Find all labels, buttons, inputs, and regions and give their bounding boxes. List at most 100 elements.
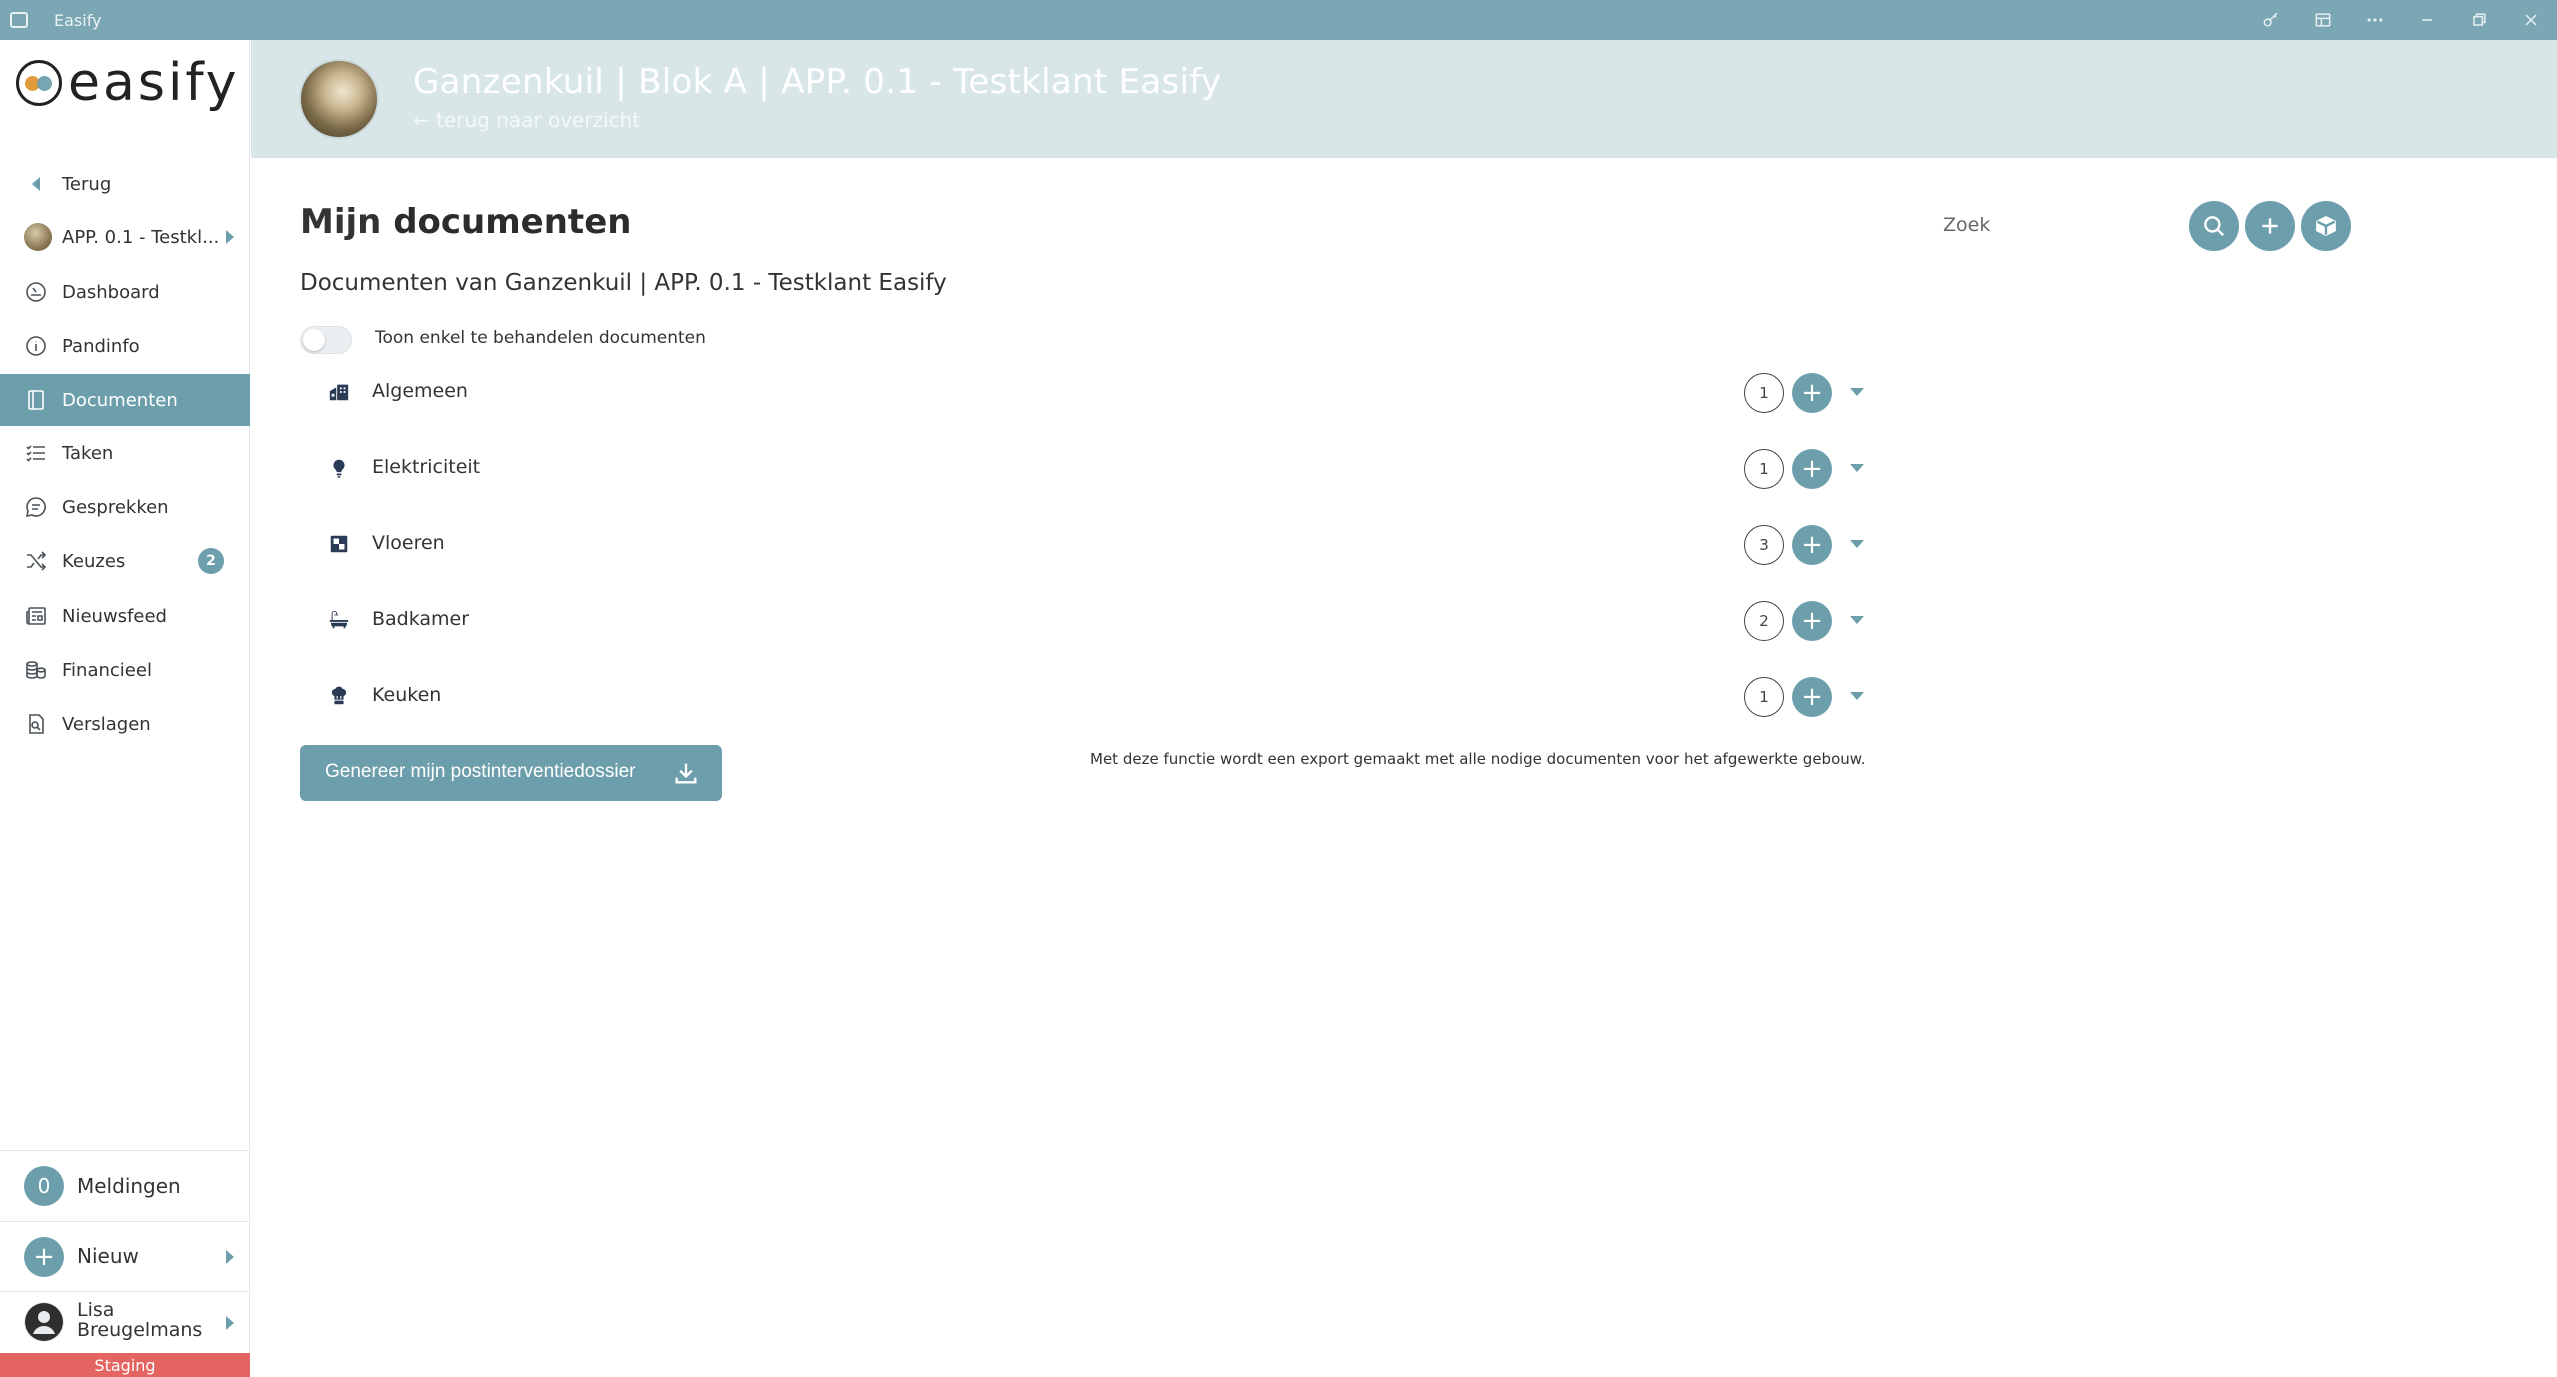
add-to-category-button[interactable]: + bbox=[1792, 601, 1832, 641]
expand-caret-icon[interactable] bbox=[1850, 616, 1864, 624]
chef-hat-icon bbox=[326, 683, 352, 709]
expand-caret-icon[interactable] bbox=[1850, 464, 1864, 472]
project-photo bbox=[299, 59, 379, 139]
sidebar-item-keuzes[interactable]: Keuzes 2 bbox=[0, 535, 250, 587]
category-count: 1 bbox=[1744, 373, 1784, 413]
more-icon[interactable] bbox=[2349, 0, 2401, 40]
avatar bbox=[24, 1302, 64, 1342]
page-title: Mijn documenten bbox=[300, 202, 631, 242]
new-item-button[interactable]: + Nieuw bbox=[0, 1221, 250, 1291]
notifications-count: 0 bbox=[24, 1166, 64, 1206]
category-count: 1 bbox=[1744, 677, 1784, 717]
new-label: Nieuw bbox=[77, 1244, 139, 1268]
sidebar-item-label: Nieuwsfeed bbox=[62, 605, 167, 627]
toggle-label: Toon enkel te behandelen documenten bbox=[375, 328, 706, 348]
page-title-light: Mijn bbox=[300, 202, 394, 242]
category-name: Algemeen bbox=[372, 380, 468, 402]
close-icon[interactable] bbox=[2505, 0, 2557, 40]
building-icon bbox=[326, 379, 352, 405]
project-title: Ganzenkuil | Blok A | APP. 0.1 - Testkla… bbox=[413, 62, 1222, 102]
category-count: 3 bbox=[1744, 525, 1784, 565]
floor-tiles-icon bbox=[326, 531, 352, 557]
easify-logo[interactable]: easify bbox=[16, 53, 240, 113]
sidebar-item-gesprekken[interactable]: Gesprekken bbox=[0, 481, 250, 533]
search-input[interactable]: Zoek bbox=[1943, 214, 1990, 236]
add-document-button[interactable] bbox=[2245, 201, 2295, 251]
logo-text: easify bbox=[68, 53, 240, 113]
pending-only-toggle[interactable] bbox=[300, 326, 352, 354]
window-titlebar: Easify bbox=[0, 0, 2557, 40]
logo-mark-icon bbox=[16, 60, 62, 106]
chevron-right-icon bbox=[226, 1250, 234, 1264]
add-to-category-button[interactable]: + bbox=[1792, 449, 1832, 489]
key-icon[interactable] bbox=[2245, 0, 2297, 40]
sidebar-item-financieel[interactable]: Financieel bbox=[0, 644, 250, 696]
sidebar: easify Terug APP. 0.1 - Testkl... Dashbo… bbox=[0, 40, 250, 1377]
shuffle-icon bbox=[24, 549, 48, 573]
category-row-badkamer[interactable]: Badkamer 2 + bbox=[300, 590, 2080, 650]
generate-dossier-label: Genereer mijn postinterventiedossier bbox=[325, 761, 636, 782]
add-to-category-button[interactable]: + bbox=[1792, 677, 1832, 717]
category-name: Vloeren bbox=[372, 532, 445, 554]
package-button[interactable] bbox=[2301, 201, 2351, 251]
sidebar-item-dashboard[interactable]: Dashboard bbox=[0, 266, 250, 318]
user-last-name: Breugelmans bbox=[77, 1319, 203, 1341]
lightbulb-icon bbox=[326, 455, 352, 481]
keuzes-badge: 2 bbox=[198, 548, 224, 574]
document-icon bbox=[24, 388, 48, 412]
back-arrow-icon bbox=[32, 177, 40, 191]
sidebar-item-label: Pandinfo bbox=[62, 335, 140, 357]
project-thumbnail bbox=[24, 223, 52, 251]
sidebar-item-label: Taken bbox=[62, 442, 114, 464]
add-to-category-button[interactable]: + bbox=[1792, 525, 1832, 565]
add-to-category-button[interactable]: + bbox=[1792, 373, 1832, 413]
sidebar-item-label: Documenten bbox=[62, 389, 178, 411]
minimize-icon[interactable] bbox=[2401, 0, 2453, 40]
category-row-vloeren[interactable]: Vloeren 3 + bbox=[300, 514, 2080, 574]
app-icon bbox=[10, 12, 28, 28]
newspaper-icon bbox=[24, 604, 48, 628]
sidebar-item-documenten[interactable]: Documenten bbox=[0, 374, 250, 426]
expand-caret-icon[interactable] bbox=[1850, 388, 1864, 396]
bathtub-icon bbox=[326, 607, 352, 633]
back-link[interactable]: Terug bbox=[0, 158, 250, 210]
category-count: 1 bbox=[1744, 449, 1784, 489]
sidebar-item-label: Keuzes bbox=[62, 550, 126, 572]
generate-dossier-button[interactable]: Genereer mijn postinterventiedossier bbox=[300, 745, 722, 801]
restore-icon[interactable] bbox=[2453, 0, 2505, 40]
chevron-right-icon bbox=[226, 1316, 234, 1330]
sidebar-item-pandinfo[interactable]: Pandinfo bbox=[0, 320, 250, 372]
user-menu[interactable]: Lisa Breugelmans bbox=[0, 1291, 250, 1353]
category-row-algemeen[interactable]: Algemeen 1 + bbox=[300, 362, 2080, 422]
category-name: Elektriciteit bbox=[372, 456, 481, 478]
back-label: Terug bbox=[62, 173, 112, 195]
plus-icon bbox=[2262, 218, 2278, 234]
toggle-knob bbox=[303, 329, 325, 351]
window-controls bbox=[2245, 0, 2557, 40]
notifications-label: Meldingen bbox=[77, 1174, 181, 1198]
user-name: Lisa Breugelmans bbox=[77, 1300, 202, 1340]
category-row-keuken[interactable]: Keuken 1 + bbox=[300, 666, 2080, 726]
tasks-icon bbox=[24, 441, 48, 465]
sidebar-item-label: Gesprekken bbox=[62, 496, 169, 518]
coins-icon bbox=[24, 658, 48, 682]
project-label: APP. 0.1 - Testkl... bbox=[62, 226, 220, 248]
category-name: Keuken bbox=[372, 684, 442, 706]
back-to-overview-link[interactable]: ← terug naar overzicht bbox=[413, 108, 640, 132]
sidebar-item-verslagen[interactable]: Verslagen bbox=[0, 698, 250, 750]
search-button[interactable] bbox=[2189, 201, 2239, 251]
expand-caret-icon[interactable] bbox=[1850, 692, 1864, 700]
expand-caret-icon[interactable] bbox=[1850, 540, 1864, 548]
category-name: Badkamer bbox=[372, 608, 470, 630]
project-selector[interactable]: APP. 0.1 - Testkl... bbox=[0, 211, 250, 263]
sidebar-item-taken[interactable]: Taken bbox=[0, 427, 250, 479]
info-icon bbox=[24, 334, 48, 358]
notifications-item[interactable]: 0 Meldingen bbox=[0, 1150, 250, 1221]
sidebar-item-nieuwsfeed[interactable]: Nieuwsfeed bbox=[0, 590, 250, 642]
window-title: Easify bbox=[54, 10, 102, 30]
panel-icon[interactable] bbox=[2297, 0, 2349, 40]
dashboard-icon bbox=[24, 280, 48, 304]
search-icon bbox=[2204, 216, 2225, 237]
sidebar-item-label: Verslagen bbox=[62, 713, 151, 735]
category-row-elektriciteit[interactable]: Elektriciteit 1 + bbox=[300, 438, 2080, 498]
